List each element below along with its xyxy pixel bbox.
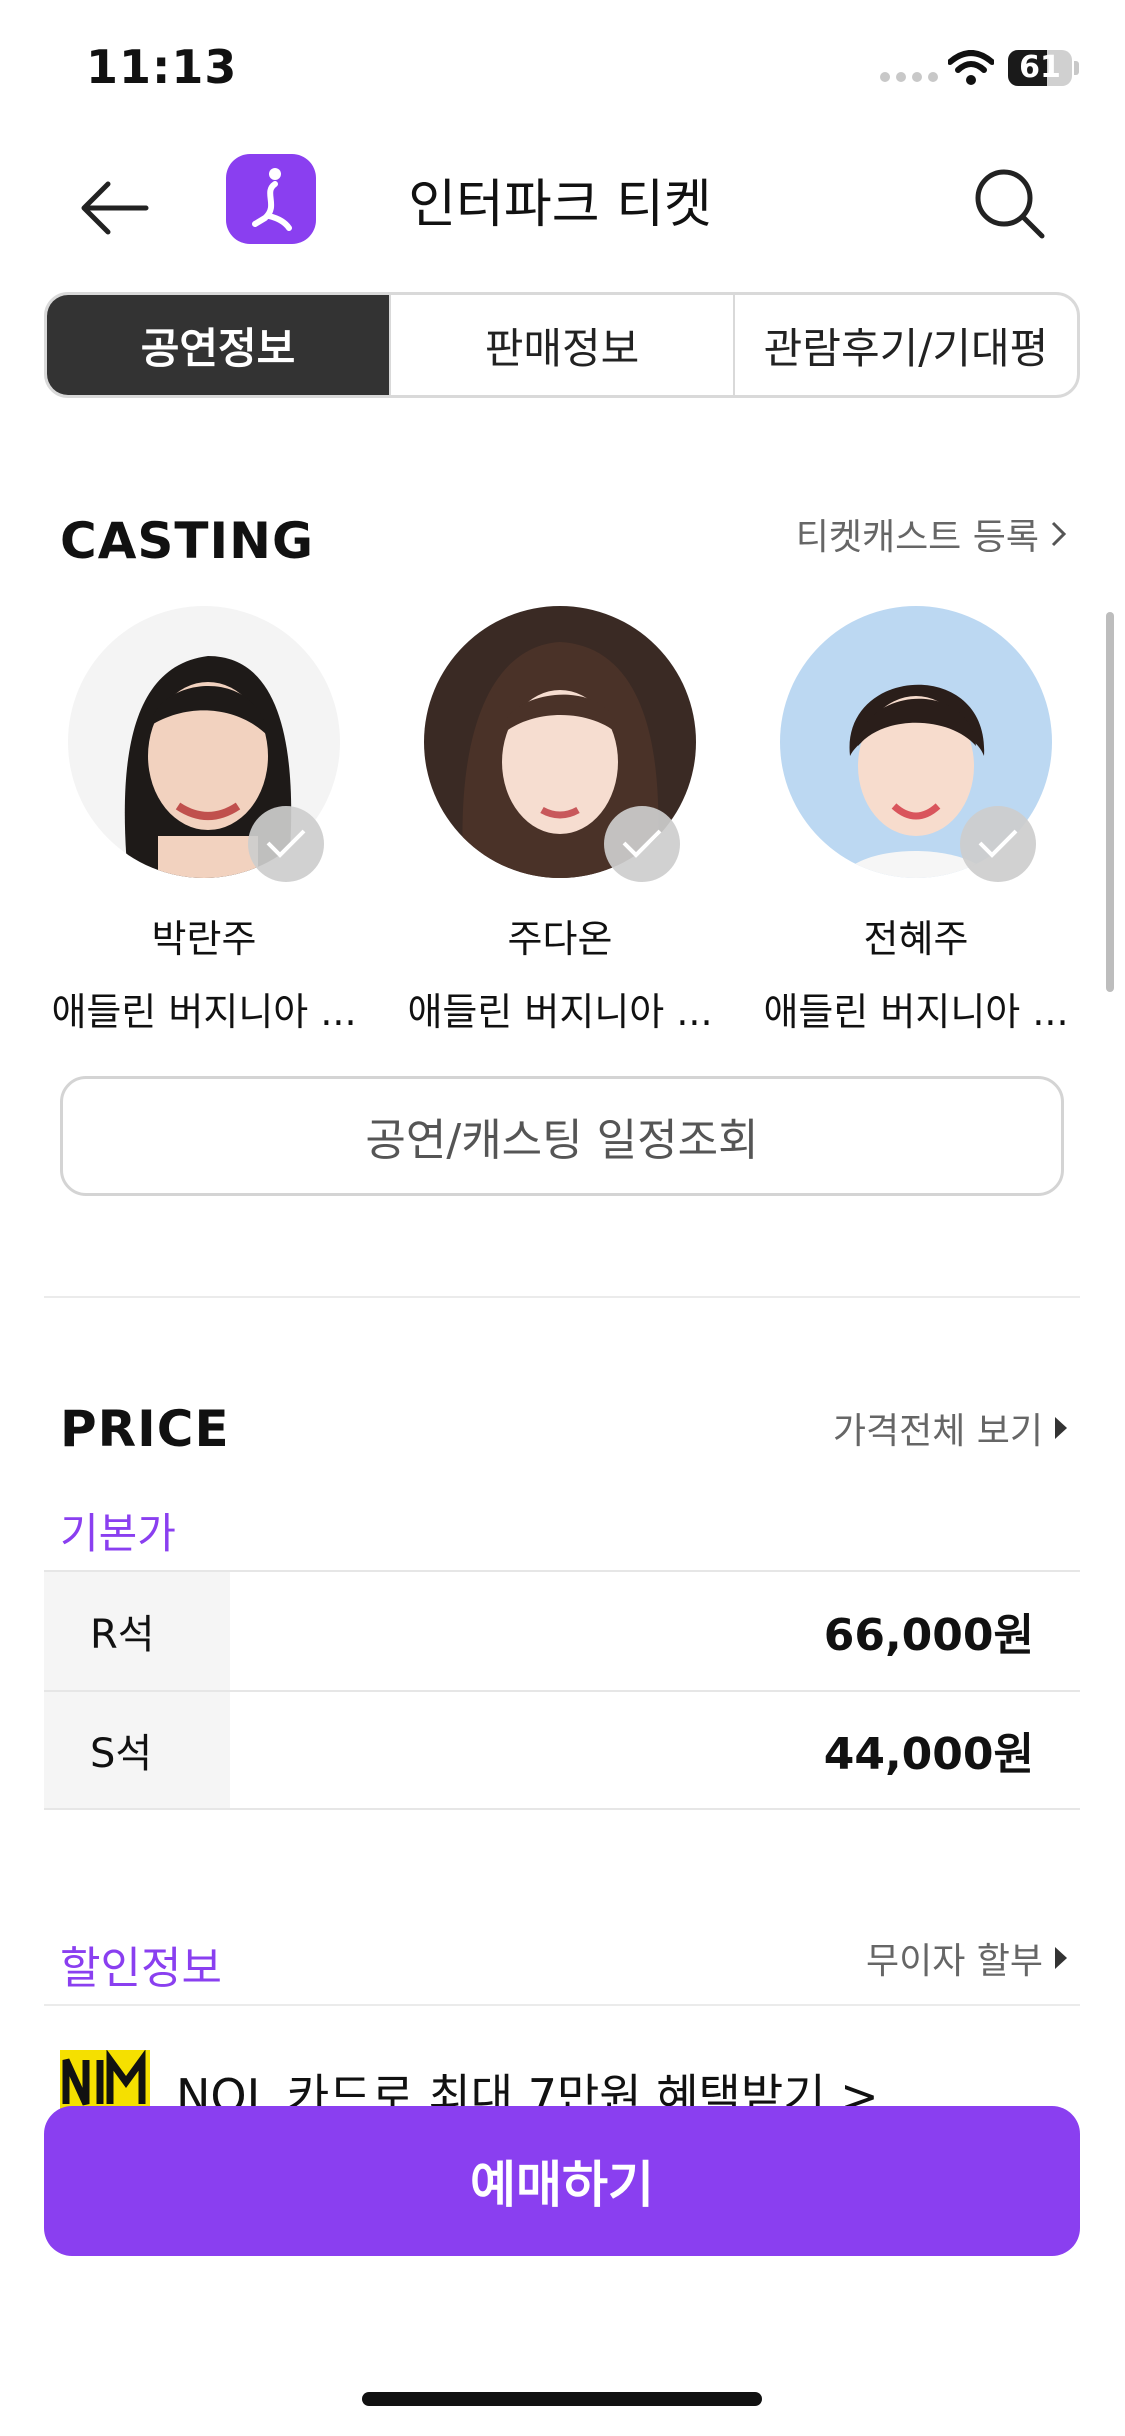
discount-item[interactable]: NOL 카드로 최대 7만원 혜택받기 > bbox=[60, 2050, 879, 2110]
status-bar: 11:13 61 bbox=[0, 0, 1125, 140]
interpark-logo-icon[interactable] bbox=[226, 154, 316, 244]
interest-free-installment-label: 무이자 할부 bbox=[865, 1941, 1043, 1982]
battery-icon: 61 bbox=[1008, 50, 1072, 86]
seat-grade: S석 bbox=[44, 1692, 230, 1808]
check-icon[interactable] bbox=[960, 806, 1036, 882]
section-divider bbox=[44, 2004, 1080, 2006]
discount-title: 할인정보 bbox=[60, 1943, 222, 1994]
scrollbar[interactable] bbox=[1106, 612, 1114, 992]
cast-role: 애들린 버지니아 ... bbox=[407, 990, 713, 1034]
seat-price: 44,000원 bbox=[823, 1729, 1034, 1780]
cast-role: 애들린 버지니아 ... bbox=[763, 990, 1069, 1034]
table-row: S석 44,000원 bbox=[44, 1690, 1080, 1810]
interest-free-installment-link[interactable]: 무이자 할부 bbox=[866, 1932, 1069, 1984]
cast-name: 전혜주 bbox=[863, 917, 969, 961]
home-indicator bbox=[362, 2392, 762, 2406]
search-icon[interactable] bbox=[970, 164, 1050, 244]
casting-title: CASTING bbox=[60, 512, 314, 570]
tab-reviews[interactable]: 관람후기/기대평 bbox=[733, 295, 1077, 395]
check-icon[interactable] bbox=[604, 806, 680, 882]
price-table: R석 66,000원 S석 44,000원 bbox=[44, 1570, 1080, 1810]
view-all-prices-label: 가격전체 보기 bbox=[832, 1411, 1043, 1452]
triangle-right-icon bbox=[1055, 1417, 1067, 1439]
ticketcast-register-link[interactable]: 티켓캐스트 등록 bbox=[796, 508, 1069, 560]
cast-member[interactable]: 주다온 애들린 버지니아 ... bbox=[400, 606, 720, 1036]
cellular-signal-icon bbox=[880, 72, 938, 82]
nol-card-logo-icon bbox=[60, 2050, 150, 2110]
cast-role: 애들린 버지니아 ... bbox=[51, 990, 357, 1034]
cast-member[interactable]: 박란주 애들린 버지니아 ... bbox=[44, 606, 364, 1036]
triangle-right-icon bbox=[1055, 1947, 1067, 1969]
cast-name: 주다온 bbox=[507, 917, 613, 961]
cast-name: 박란주 bbox=[151, 917, 257, 961]
ticketcast-register-label: 티켓캐스트 등록 bbox=[795, 517, 1039, 558]
seat-price: 66,000원 bbox=[823, 1610, 1034, 1661]
discount-item-label: NOL 카드로 최대 7만원 혜택받기 > bbox=[176, 2069, 879, 2110]
tab-bar: 공연정보 판매정보 관람후기/기대평 bbox=[44, 292, 1080, 398]
cast-member[interactable]: 전혜주 애들린 버지니아 ... bbox=[756, 606, 1076, 1036]
seat-grade: R석 bbox=[44, 1572, 230, 1690]
base-price-label: 기본가 bbox=[60, 1509, 176, 1558]
app-header: 인터파크 티켓 bbox=[0, 140, 1125, 270]
table-row: R석 66,000원 bbox=[44, 1570, 1080, 1690]
tab-performance-info[interactable]: 공연정보 bbox=[47, 295, 389, 395]
chevron-right-icon bbox=[1051, 521, 1067, 547]
battery-level: 61 bbox=[1019, 50, 1061, 85]
arrow-left-icon[interactable] bbox=[74, 168, 154, 248]
status-time: 11:13 bbox=[86, 40, 238, 94]
wifi-icon bbox=[948, 50, 994, 85]
tab-sales-info[interactable]: 판매정보 bbox=[389, 295, 733, 395]
cast-list: 박란주 애들린 버지니아 ... 주다온 애들린 버지니아 ... 전혜주 애들… bbox=[44, 606, 1125, 1034]
section-divider bbox=[44, 1296, 1080, 1298]
check-icon[interactable] bbox=[248, 806, 324, 882]
schedule-lookup-button[interactable]: 공연/캐스팅 일정조회 bbox=[60, 1076, 1064, 1196]
book-button[interactable]: 예매하기 bbox=[44, 2106, 1080, 2256]
page-title: 인터파크 티켓 bbox=[408, 175, 712, 235]
price-title: PRICE bbox=[60, 1400, 230, 1458]
view-all-prices-link[interactable]: 가격전체 보기 bbox=[833, 1402, 1069, 1454]
